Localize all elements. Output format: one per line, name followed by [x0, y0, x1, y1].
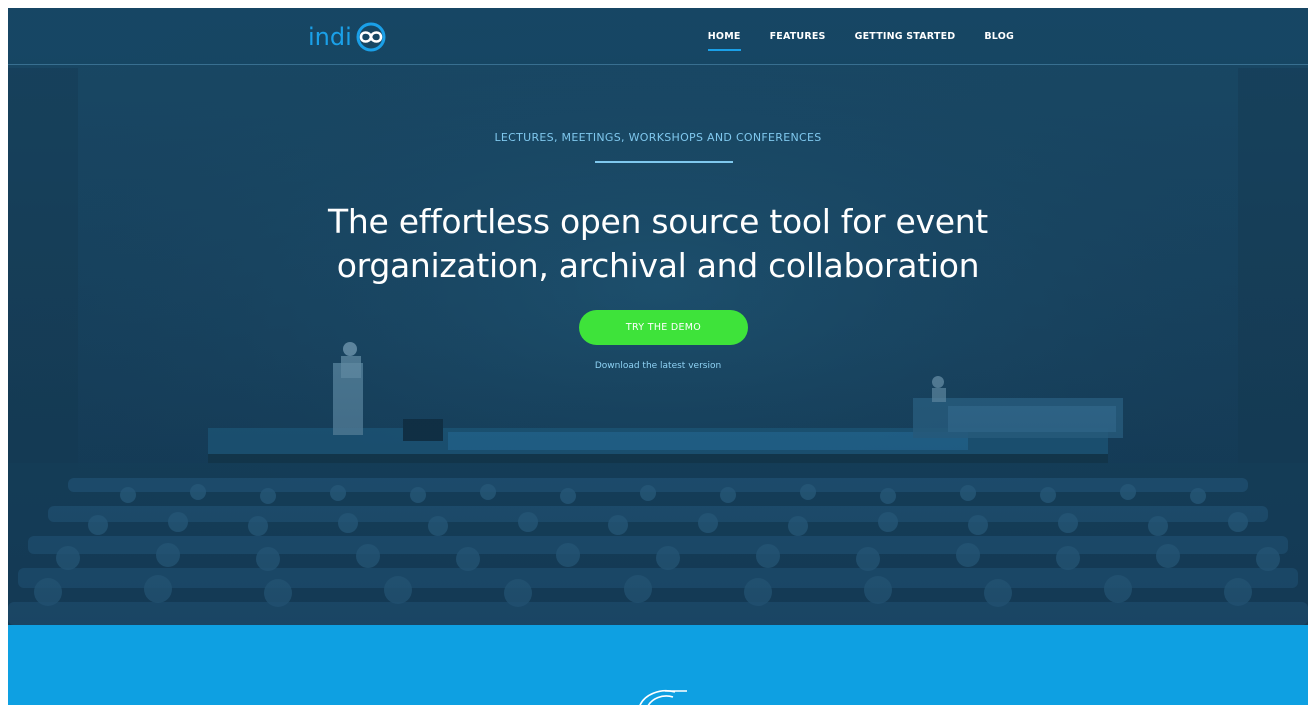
hero-kicker: LECTURES, MEETINGS, WORKSHOPS AND CONFER…	[494, 131, 822, 144]
nav-link-blog[interactable]: BLOG	[984, 31, 1014, 42]
page-frame: indi HOME FEATURES GETTING STARTED BLOG …	[8, 8, 1308, 705]
infinity-logo-icon	[356, 22, 386, 52]
features-band	[8, 625, 1308, 705]
indico-logo[interactable]: indi	[308, 20, 398, 54]
logo-wordmark: indi	[308, 23, 352, 51]
headline-line-1: The effortless open source tool for even…	[328, 202, 988, 241]
hero-section: indi HOME FEATURES GETTING STARTED BLOG …	[8, 8, 1308, 625]
download-latest-link[interactable]: Download the latest version	[8, 361, 1308, 371]
headline-line-2: organization, archival and collaboration	[336, 246, 980, 285]
nav-links: HOME FEATURES GETTING STARTED BLOG	[707, 8, 1014, 65]
top-navbar: indi HOME FEATURES GETTING STARTED BLOG	[8, 8, 1308, 65]
nav-link-home[interactable]: HOME	[707, 31, 741, 51]
nav-link-getting-started[interactable]: GETTING STARTED	[855, 31, 956, 42]
indico-emblem-icon	[639, 690, 687, 705]
try-demo-button[interactable]: TRY THE DEMO	[579, 310, 748, 345]
hero-headline: The effortless open source tool for even…	[258, 200, 1058, 288]
nav-link-features[interactable]: FEATURES	[770, 31, 826, 42]
kicker-divider	[595, 161, 733, 163]
